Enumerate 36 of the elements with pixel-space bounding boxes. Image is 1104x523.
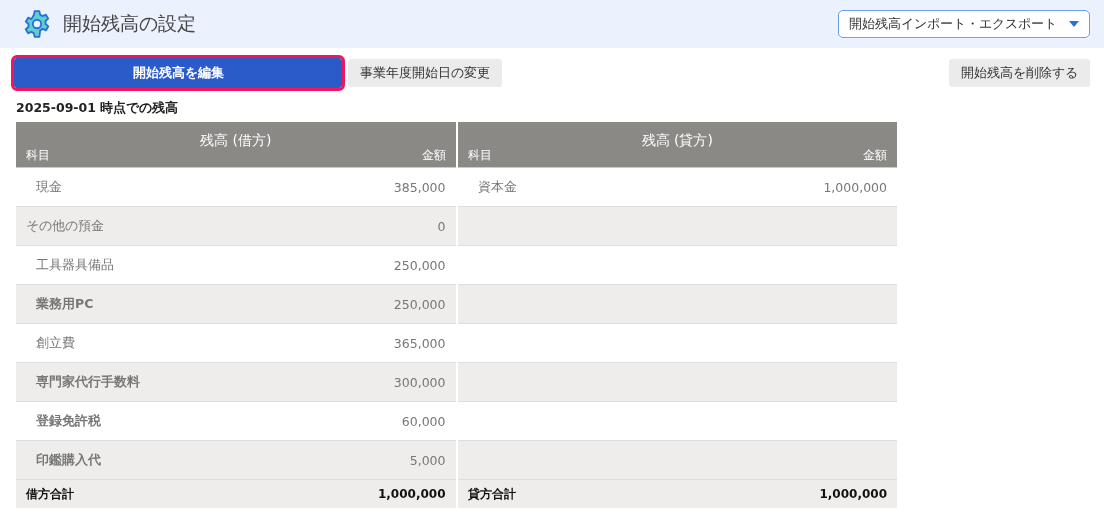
import-export-dropdown[interactable]: 開始残高インポート・エクスポート [838, 10, 1090, 38]
total-label: 貸方合計 [467, 485, 516, 503]
amount-cell: 300,000 [393, 374, 446, 390]
amount-cell: 385,000 [393, 179, 446, 195]
column-header: 科目 [26, 147, 50, 164]
account-cell: その他の預金 [26, 217, 104, 235]
amount-cell: 250,000 [393, 257, 446, 273]
action-button[interactable]: 開始残高を編集 [14, 58, 342, 88]
table-title: 残高 (借方) [200, 132, 272, 150]
total-amount: 1,000,000 [377, 487, 446, 501]
gear-icon [23, 10, 51, 38]
column-header: 金額 [863, 147, 887, 164]
account-cell-text: 工具器具備品 [35, 256, 114, 274]
action-button[interactable]: 開始残高を削除する [949, 59, 1090, 87]
account-cell-text: 資本金 [476, 178, 517, 196]
total-amount: 1,000,000 [819, 487, 887, 501]
account-cell-text: 印鑑購入代 [35, 451, 101, 469]
total-label: 借方合計 [26, 485, 74, 503]
caret-icon [1069, 21, 1079, 27]
account-cell-text: 業務用PC [35, 295, 94, 313]
amount-cell: 250,000 [393, 296, 446, 312]
balance-caption: 2025-09-01 時点での残高 [16, 100, 180, 117]
amount-cell: 0 [437, 218, 446, 234]
table-title: 残高 (貸方) [641, 132, 713, 150]
column-header: 金額 [421, 147, 446, 164]
amount-cell: 5,000 [409, 452, 446, 468]
amount-cell: 365,000 [393, 335, 446, 351]
account-cell-text: 創立費 [35, 334, 75, 352]
account-cell-text: 登録免許税 [35, 412, 101, 430]
amount-cell: 60,000 [401, 413, 446, 429]
page-title: 開始残高の設定 [63, 11, 196, 36]
action-button[interactable]: 事業年度開始日の変更 [348, 59, 502, 87]
column-header: 科目 [467, 147, 492, 164]
account-cell-text: 専門家代行手数料 [35, 373, 140, 391]
account-cell-text: 現金 [35, 178, 62, 196]
amount-cell: 1,000,000 [823, 179, 887, 195]
